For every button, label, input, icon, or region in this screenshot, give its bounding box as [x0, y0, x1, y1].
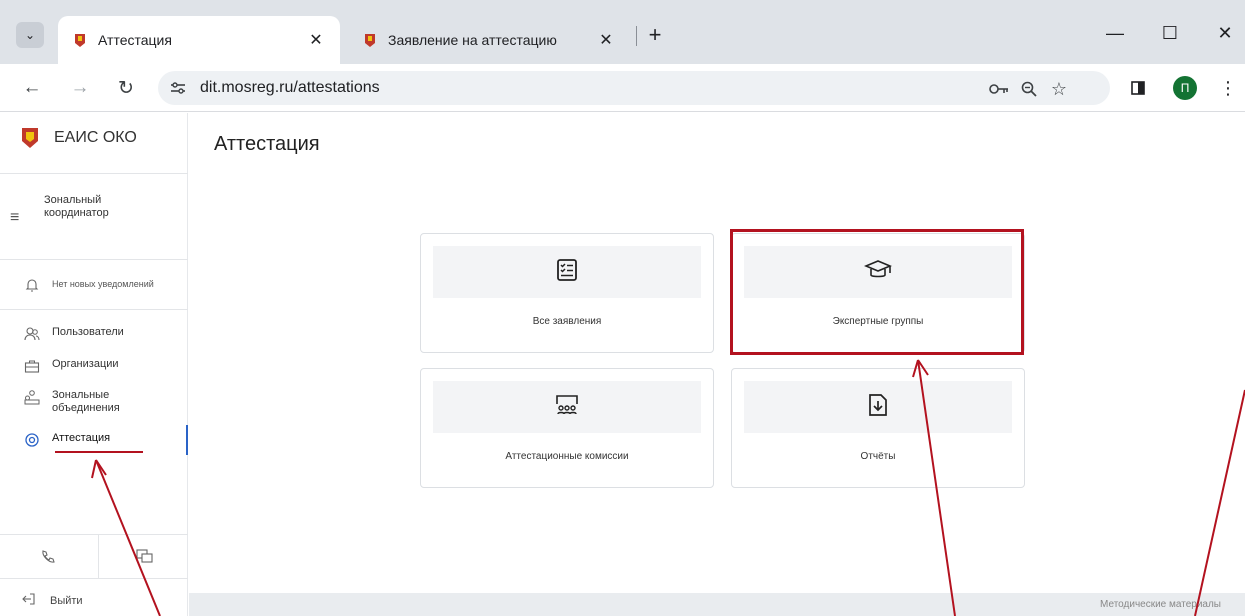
back-icon[interactable]: ←: [18, 74, 46, 102]
hamburger-menu-icon[interactable]: ≡: [10, 209, 34, 227]
screen: ⌄ Аттестация ✕ Заявление на аттестацию ✕…: [0, 0, 1245, 616]
new-tab-icon[interactable]: +: [642, 22, 668, 48]
sidebar-item-label: Зональные объединения: [52, 389, 120, 414]
menu-dots-icon[interactable]: ⋮: [1214, 74, 1242, 102]
tab-attestation[interactable]: Аттестация ✕: [58, 16, 340, 64]
divider: [0, 309, 188, 310]
card-attestation-commissions[interactable]: Аттестационные комиссии: [420, 368, 714, 488]
card-icon-band: [433, 381, 701, 433]
sidebar-item-organizations[interactable]: Организации: [24, 358, 119, 374]
commission-icon: [554, 393, 580, 422]
divider: [0, 578, 188, 579]
chat-icon[interactable]: [135, 547, 155, 567]
close-window-icon[interactable]: ✕: [1210, 18, 1240, 48]
sidebar-item-label: Пользователи: [52, 326, 124, 338]
annotation-arrow: [1194, 389, 1245, 616]
active-indicator: [186, 425, 188, 455]
app-name: ЕАИС ОКО: [54, 129, 137, 146]
tab-separator: [636, 26, 637, 46]
attestation-icon: [24, 432, 40, 448]
minimize-icon[interactable]: —: [1100, 18, 1130, 48]
tab-application[interactable]: Заявление на аттестацию ✕: [348, 16, 630, 64]
mosreg-favicon-icon: [72, 32, 88, 48]
sidebar-item-attestation[interactable]: Аттестация: [24, 432, 110, 448]
role-label: Зональный координатор: [44, 194, 109, 219]
checklist-icon: [556, 258, 578, 287]
bookmark-star-icon[interactable]: ☆: [1048, 78, 1070, 100]
divider: [0, 259, 188, 260]
logout-label: Выйти: [50, 594, 83, 607]
address-bar[interactable]: dit.mosreg.ru/attestations ☆: [158, 71, 1110, 105]
logout-button[interactable]: Выйти: [22, 592, 83, 609]
sidebar-item-label: Аттестация: [52, 432, 111, 444]
forward-icon[interactable]: →: [66, 74, 94, 102]
card-all-applications[interactable]: Все заявления: [420, 233, 714, 353]
sidebar-item-users[interactable]: Пользователи: [24, 326, 124, 342]
maximize-icon[interactable]: ☐: [1155, 18, 1185, 48]
download-document-icon: [868, 393, 888, 422]
site-settings-icon[interactable]: [168, 78, 188, 98]
tab-search-icon[interactable]: ⌄: [16, 22, 44, 48]
card-label: Аттестационные комиссии: [505, 451, 629, 462]
methodical-materials-link[interactable]: Методические материалы: [1100, 599, 1221, 610]
logout-icon: [22, 592, 36, 609]
tab-close-icon[interactable]: ✕: [306, 30, 326, 50]
card-label: Все заявления: [532, 316, 602, 327]
bell-icon: [24, 278, 40, 294]
password-key-icon[interactable]: [988, 78, 1010, 100]
tab-title: Заявление на аттестацию: [388, 32, 557, 48]
side-panel-icon[interactable]: [1124, 74, 1152, 102]
tab-close-icon[interactable]: ✕: [596, 30, 616, 50]
page-title: Аттестация: [214, 133, 320, 155]
card-icon-band: [433, 246, 701, 298]
divider: [0, 173, 188, 174]
mosreg-logo-icon: [20, 127, 40, 149]
browser-toolbar: ← → ↻ dit.mosreg.ru/attestations ☆ П ⋮: [0, 64, 1245, 112]
sidebar-item-label: Организации: [52, 358, 119, 370]
brand[interactable]: ЕАИС ОКО: [20, 127, 137, 149]
users-icon: [24, 326, 40, 342]
footer: Методические материалы: [189, 593, 1245, 616]
phone-icon[interactable]: [38, 547, 58, 567]
divider: [98, 534, 99, 578]
zoom-icon[interactable]: [1018, 78, 1040, 100]
briefcase-icon: [24, 358, 40, 374]
browser-tab-strip: ⌄ Аттестация ✕ Заявление на аттестацию ✕…: [0, 0, 1245, 64]
groups-icon: [24, 389, 40, 405]
reload-icon[interactable]: ↻: [112, 74, 140, 102]
annotation-highlight-box: [730, 229, 1024, 355]
card-reports[interactable]: Отчёты: [731, 368, 1025, 488]
profile-avatar[interactable]: П: [1173, 76, 1197, 100]
mosreg-favicon-icon: [362, 32, 378, 48]
notifications-label: Нет новых уведомлений: [52, 279, 154, 289]
tab-title: Аттестация: [98, 32, 172, 48]
role-selector[interactable]: ≡ Зональный координатор: [10, 187, 164, 227]
card-label: Отчёты: [860, 451, 896, 462]
sidebar: ЕАИС ОКО ≡ Зональный координатор Нет нов…: [0, 113, 188, 616]
notifications[interactable]: Нет новых уведомлений: [24, 278, 154, 294]
divider: [0, 534, 188, 535]
url-text: dit.mosreg.ru/attestations: [200, 79, 380, 96]
card-icon-band: [744, 381, 1012, 433]
sidebar-item-zonal-unions[interactable]: Зональные объединения: [24, 389, 142, 415]
